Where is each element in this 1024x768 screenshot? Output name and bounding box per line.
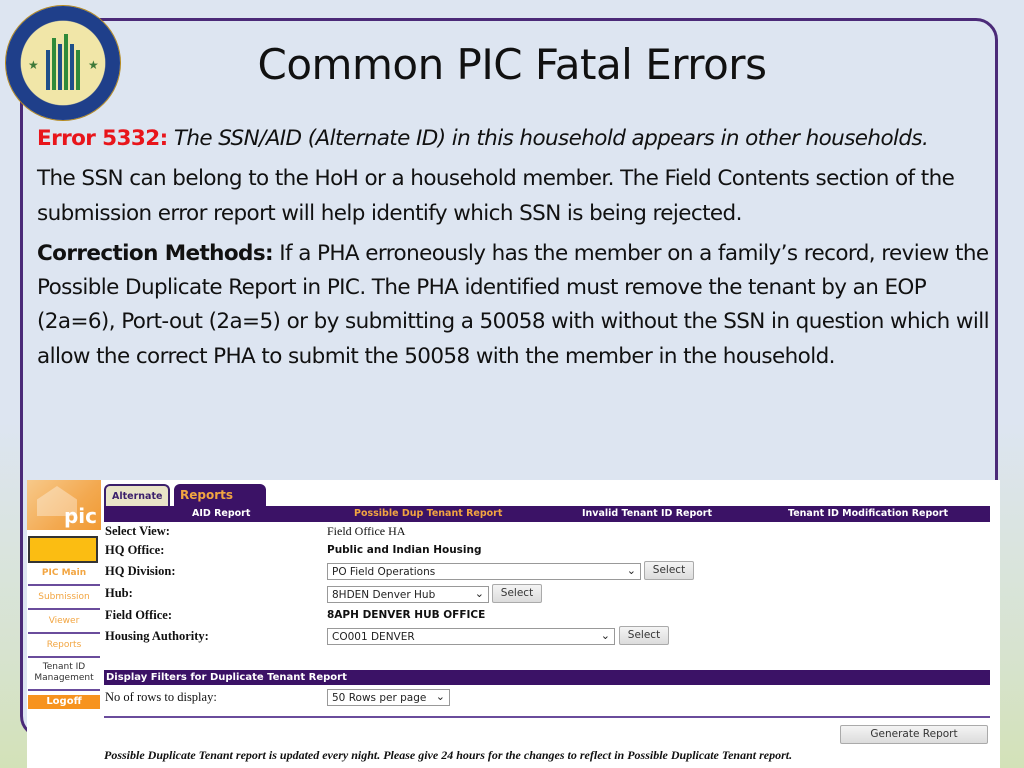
subnav-tenant-id-modification-report[interactable]: Tenant ID Modification Report: [788, 508, 948, 519]
sidebar-nav: PIC Main Submission Viewer Reports Tenan…: [28, 562, 100, 709]
subnav-aid-report[interactable]: AID Report: [192, 508, 250, 519]
housing-authority-label: Housing Authority:: [105, 629, 209, 643]
hq-division-select-button[interactable]: Select: [644, 561, 694, 580]
sidebar-item-reports[interactable]: Reports: [28, 634, 100, 658]
sidebar-item-tenant-id-management[interactable]: Tenant ID Management: [28, 658, 100, 691]
rows-per-page-select[interactable]: 50 Rows per page ⌄: [327, 689, 450, 706]
hub-selected: 8HDEN Denver Hub: [332, 589, 436, 601]
correction-paragraph: Correction Methods: If a PHA erroneously…: [37, 237, 997, 374]
hub-select-button[interactable]: Select: [492, 584, 542, 603]
sidebar-item-viewer[interactable]: Viewer: [28, 610, 100, 634]
error-code-label: Error 5332:: [37, 126, 168, 151]
rows-per-page-selected: 50 Rows per page: [332, 692, 427, 704]
sidebar-item-submission[interactable]: Submission: [28, 586, 100, 610]
tab-reports[interactable]: Reports: [174, 484, 266, 506]
housing-authority-select[interactable]: CO001 DENVER ⌄: [327, 628, 615, 645]
housing-authority-select-button[interactable]: Select: [619, 626, 669, 645]
highlight-box: [28, 536, 98, 563]
hub-label: Hub:: [105, 586, 133, 600]
chevron-down-icon: ⌄: [435, 690, 445, 703]
display-filters-header: Display Filters for Duplicate Tenant Rep…: [104, 670, 990, 685]
subnav-possible-dup-tenant-report[interactable]: Possible Dup Tenant Report: [354, 508, 502, 519]
sidebar-item-pic-main[interactable]: PIC Main: [28, 562, 100, 586]
error-description: The SSN/AID (Alternate ID) in this house…: [173, 126, 929, 151]
rows-to-display-label: No of rows to display:: [105, 690, 217, 704]
hq-division-selected: PO Field Operations: [332, 566, 436, 578]
chevron-down-icon: ⌄: [474, 587, 484, 600]
hq-office-label: HQ Office:: [105, 543, 165, 557]
field-office-value: 8APH DENVER HUB OFFICE: [327, 609, 486, 621]
housing-authority-selected: CO001 DENVER: [332, 631, 415, 643]
error-paragraph: Error 5332: The SSN/AID (Alternate ID) i…: [37, 122, 997, 156]
chevron-down-icon: ⌄: [626, 564, 636, 577]
select-view-value: Field Office HA: [327, 524, 406, 538]
correction-label: Correction Methods:: [37, 240, 274, 266]
slide-title: Common PIC Fatal Errors: [257, 40, 767, 89]
hub-select[interactable]: 8HDEN Denver Hub ⌄: [327, 586, 489, 603]
hq-division-select[interactable]: PO Field Operations ⌄: [327, 563, 641, 580]
ssn-explanation: The SSN can belong to the HoH or a house…: [37, 166, 955, 226]
report-update-note: Possible Duplicate Tenant report is upda…: [104, 748, 793, 762]
generate-report-button[interactable]: Generate Report: [840, 725, 988, 744]
hq-division-label: HQ Division:: [105, 564, 176, 578]
subnav-invalid-tenant-id-report[interactable]: Invalid Tenant ID Report: [582, 508, 712, 519]
chevron-down-icon: ⌄: [600, 629, 610, 642]
divider: [104, 716, 990, 718]
pic-logo: pic: [27, 480, 101, 530]
pic-logo-text: pic: [63, 504, 97, 528]
tab-alternate-id[interactable]: Alternate ID: [104, 484, 170, 524]
pic-screenshot: pic PIC Main Submission Viewer Reports T…: [27, 480, 1000, 768]
slide-body: Error 5332: The SSN/AID (Alternate ID) i…: [37, 122, 997, 380]
field-office-label: Field Office:: [105, 608, 172, 622]
hq-office-value: Public and Indian Housing: [327, 544, 482, 556]
logoff-button[interactable]: Logoff: [28, 695, 100, 709]
select-view-label: Select View:: [105, 524, 170, 538]
report-subnav: AID Report Possible Dup Tenant Report In…: [104, 506, 990, 522]
